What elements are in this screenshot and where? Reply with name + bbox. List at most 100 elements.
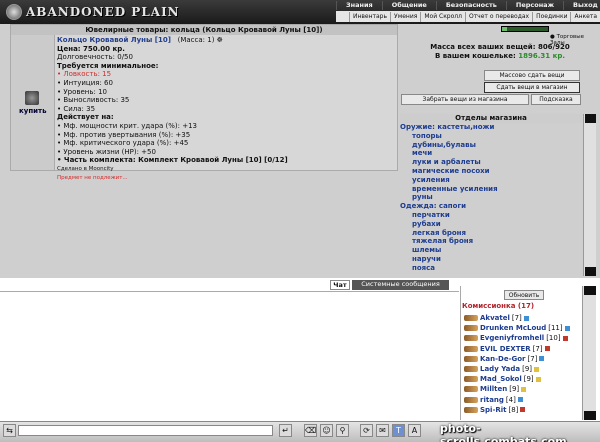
logo-emblem-icon: [6, 4, 22, 20]
user-align-icon[interactable]: [534, 366, 540, 372]
translit-icon[interactable]: T: [392, 424, 405, 437]
sell-to-shop-button[interactable]: Сдать вещи в магазин: [484, 82, 580, 93]
item-info: Кольцо Кровавой Луны [10] (Масса: 1) ☸ Ц…: [57, 36, 397, 182]
user-align-icon[interactable]: [535, 376, 541, 382]
menu-item-communication[interactable]: Общение: [381, 1, 436, 10]
department-link[interactable]: временные усиления: [400, 185, 582, 194]
user-row[interactable]: Spi-Rit [8]: [464, 406, 526, 414]
item-panel-title: Ювелирные товары: кольца (Кольцо Кроваво…: [11, 25, 397, 35]
department-link[interactable]: руны: [400, 193, 582, 202]
effects-title: Действует на:: [57, 113, 114, 122]
department-link[interactable]: мечи: [400, 149, 582, 158]
submenu-transfer-report[interactable]: Отчет о переводах: [464, 11, 532, 22]
user-name[interactable]: Spi-Rit: [480, 406, 507, 414]
take-back-button[interactable]: Забрать вещи из магазина: [401, 94, 529, 105]
refresh-button[interactable]: Обновить: [504, 290, 544, 300]
user-row[interactable]: Mad_Sokol [9]: [464, 375, 541, 383]
user-level: [7]: [527, 354, 538, 363]
chat-mode-icon[interactable]: ⇆: [3, 424, 16, 437]
smile-icon[interactable]: ☺: [320, 424, 333, 437]
user-align-icon[interactable]: [562, 335, 568, 341]
department-link[interactable]: наручи: [400, 255, 582, 264]
tab-system-messages[interactable]: Системные сообщения: [352, 280, 449, 290]
user-name[interactable]: Evgeniyfromhell: [480, 334, 544, 342]
user-name[interactable]: Lady Yada: [480, 365, 520, 373]
item-name-link[interactable]: Кольцо Кровавой Луны [10]: [57, 36, 171, 44]
buy-cell: купить: [11, 35, 55, 170]
user-name[interactable]: ritang: [480, 396, 504, 404]
set-line: • Часть комплекта: Комплект Кровавой Лун…: [57, 156, 288, 165]
user-name[interactable]: Drunken McLoud: [480, 324, 546, 332]
submenu-skills[interactable]: Умения: [390, 11, 420, 22]
department-link[interactable]: Оружие: кастеты,ножи: [400, 123, 582, 132]
user-row[interactable]: Akvatel [7]: [464, 314, 529, 322]
user-name[interactable]: EVIL DEXTER: [480, 345, 531, 353]
submenu-my-scroll[interactable]: Мой Скролл: [420, 11, 465, 22]
hint-button[interactable]: Подсказка: [531, 94, 581, 105]
filter-icon[interactable]: ⚲: [336, 424, 349, 437]
user-row[interactable]: Evgeniyfromhell [10]: [464, 334, 568, 342]
sell-bulk-button[interactable]: Массово сдать вещи: [484, 70, 580, 81]
user-name[interactable]: Millten: [480, 385, 507, 393]
tab-chat[interactable]: Чат: [330, 280, 350, 290]
submenu-profile[interactable]: Анкета: [570, 11, 600, 22]
user-align-icon[interactable]: [539, 356, 545, 362]
submenu-inventory[interactable]: Инвентарь: [348, 11, 390, 22]
user-align-icon[interactable]: [517, 397, 523, 403]
private-icon[interactable]: ✉: [376, 424, 389, 437]
department-link[interactable]: шлемы: [400, 246, 582, 255]
user-status-icon: [464, 376, 478, 383]
app-title: ABANDONED PLAIN: [26, 5, 180, 19]
users-scrollbar[interactable]: [582, 286, 596, 420]
scroll-down-arrow-icon[interactable]: [585, 267, 596, 276]
scroll-up-arrow-icon[interactable]: [584, 286, 596, 295]
requirement-item: • Ловкость: 15: [57, 70, 112, 79]
user-name[interactable]: Mad_Sokol: [480, 375, 522, 383]
buy-link[interactable]: купить: [19, 107, 47, 115]
user-status-icon: [464, 345, 478, 352]
user-row[interactable]: Millten [9]: [464, 385, 527, 393]
watermark: photo-scrolls.combats.com: [440, 422, 567, 442]
menu-item-character[interactable]: Персонаж: [505, 1, 563, 10]
user-align-icon[interactable]: [521, 386, 527, 392]
menu-item-knowledge[interactable]: Знания: [336, 1, 382, 10]
user-row[interactable]: Lady Yada [9]: [464, 365, 540, 373]
user-row[interactable]: ritang [4]: [464, 396, 523, 404]
menu-item-security[interactable]: Безопасность: [435, 1, 506, 10]
user-align-icon[interactable]: [564, 325, 570, 331]
user-row[interactable]: Drunken McLoud [11]: [464, 324, 570, 332]
user-row[interactable]: EVIL DEXTER [7]: [464, 345, 550, 353]
department-link[interactable]: поножи: [400, 273, 582, 275]
department-link[interactable]: магические посохи: [400, 167, 582, 176]
department-link[interactable]: топоры: [400, 132, 582, 141]
department-link[interactable]: дубины,булавы: [400, 141, 582, 150]
department-link[interactable]: луки и арбалеты: [400, 158, 582, 167]
chat-area: [0, 291, 459, 421]
info-icon[interactable]: ☸: [217, 36, 223, 44]
departments-scrollbar[interactable]: [583, 114, 596, 276]
clear-icon[interactable]: ⌫: [304, 424, 317, 437]
department-link[interactable]: легкая броня: [400, 229, 582, 238]
department-link[interactable]: пояса: [400, 264, 582, 273]
refresh-chat-icon[interactable]: ⟳: [360, 424, 373, 437]
submenu-fights[interactable]: Поединки: [532, 11, 570, 22]
department-link[interactable]: рубахи: [400, 220, 582, 229]
user-row[interactable]: Kan-De-Gor [7]: [464, 354, 545, 363]
user-align-icon[interactable]: [520, 407, 526, 413]
user-align-icon[interactable]: [544, 346, 550, 352]
department-link[interactable]: Одежда: сапоги: [400, 202, 582, 211]
sub-menu: Инвентарь Умения Мой Скролл Отчет о пере…: [336, 11, 600, 22]
user-name[interactable]: Kan-De-Gor: [480, 355, 526, 363]
chat-input[interactable]: [18, 425, 273, 436]
department-link[interactable]: перчатки: [400, 211, 582, 220]
scroll-up-arrow-icon[interactable]: [585, 114, 596, 123]
send-icon[interactable]: ↵: [279, 424, 292, 437]
font-icon[interactable]: A: [408, 424, 421, 437]
menu-item-exit[interactable]: Выход: [563, 1, 600, 10]
user-align-icon[interactable]: [523, 315, 529, 321]
department-link[interactable]: тяжелая броня: [400, 237, 582, 246]
scroll-down-arrow-icon[interactable]: [584, 411, 596, 420]
department-link[interactable]: усиления: [400, 176, 582, 185]
user-name[interactable]: Akvatel: [480, 314, 510, 322]
user-status-icon: [464, 355, 478, 362]
